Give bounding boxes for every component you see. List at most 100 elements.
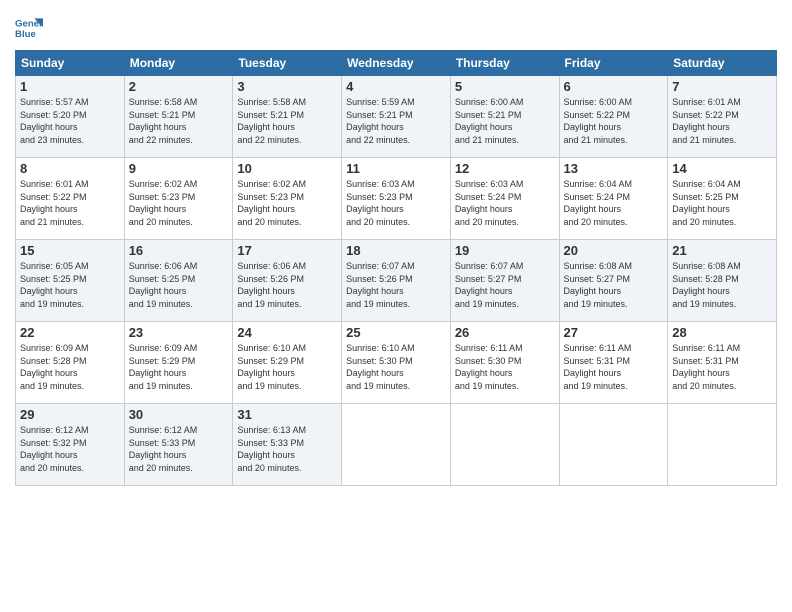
cell-info: Sunrise: 6:58 AM Sunset: 5:21 PM Dayligh… — [129, 96, 229, 146]
day-number: 24 — [237, 325, 337, 340]
day-number: 21 — [672, 243, 772, 258]
day-number: 26 — [455, 325, 555, 340]
cell-info: Sunrise: 6:09 AM Sunset: 5:29 PM Dayligh… — [129, 342, 229, 392]
day-number: 1 — [20, 79, 120, 94]
cell-info: Sunrise: 6:12 AM Sunset: 5:32 PM Dayligh… — [20, 424, 120, 474]
logo-icon: General Blue — [15, 14, 43, 42]
calendar-week-3: 22 Sunrise: 6:09 AM Sunset: 5:28 PM Dayl… — [16, 322, 777, 404]
calendar-cell: 15 Sunrise: 6:05 AM Sunset: 5:25 PM Dayl… — [16, 240, 125, 322]
day-number: 3 — [237, 79, 337, 94]
day-number: 28 — [672, 325, 772, 340]
cell-info: Sunrise: 5:57 AM Sunset: 5:20 PM Dayligh… — [20, 96, 120, 146]
svg-text:Blue: Blue — [15, 29, 36, 40]
calendar-cell: 1 Sunrise: 5:57 AM Sunset: 5:20 PM Dayli… — [16, 76, 125, 158]
calendar-week-2: 15 Sunrise: 6:05 AM Sunset: 5:25 PM Dayl… — [16, 240, 777, 322]
cell-info: Sunrise: 6:09 AM Sunset: 5:28 PM Dayligh… — [20, 342, 120, 392]
day-number: 22 — [20, 325, 120, 340]
calendar-cell: 5 Sunrise: 6:00 AM Sunset: 5:21 PM Dayli… — [450, 76, 559, 158]
cell-info: Sunrise: 6:00 AM Sunset: 5:21 PM Dayligh… — [455, 96, 555, 146]
calendar-cell: 26 Sunrise: 6:11 AM Sunset: 5:30 PM Dayl… — [450, 322, 559, 404]
day-number: 16 — [129, 243, 229, 258]
cell-info: Sunrise: 6:06 AM Sunset: 5:25 PM Dayligh… — [129, 260, 229, 310]
header: General Blue — [15, 10, 777, 42]
calendar-cell: 7 Sunrise: 6:01 AM Sunset: 5:22 PM Dayli… — [668, 76, 777, 158]
calendar-cell: 31 Sunrise: 6:13 AM Sunset: 5:33 PM Dayl… — [233, 404, 342, 486]
calendar-cell: 17 Sunrise: 6:06 AM Sunset: 5:26 PM Dayl… — [233, 240, 342, 322]
day-number: 23 — [129, 325, 229, 340]
cell-info: Sunrise: 6:08 AM Sunset: 5:27 PM Dayligh… — [564, 260, 664, 310]
calendar-cell: 27 Sunrise: 6:11 AM Sunset: 5:31 PM Dayl… — [559, 322, 668, 404]
cell-info: Sunrise: 6:11 AM Sunset: 5:31 PM Dayligh… — [672, 342, 772, 392]
day-number: 15 — [20, 243, 120, 258]
day-number: 5 — [455, 79, 555, 94]
cell-info: Sunrise: 5:59 AM Sunset: 5:21 PM Dayligh… — [346, 96, 446, 146]
cell-info: Sunrise: 6:04 AM Sunset: 5:24 PM Dayligh… — [564, 178, 664, 228]
calendar-cell — [559, 404, 668, 486]
day-number: 29 — [20, 407, 120, 422]
calendar-cell: 4 Sunrise: 5:59 AM Sunset: 5:21 PM Dayli… — [342, 76, 451, 158]
calendar-cell: 21 Sunrise: 6:08 AM Sunset: 5:28 PM Dayl… — [668, 240, 777, 322]
calendar-cell: 23 Sunrise: 6:09 AM Sunset: 5:29 PM Dayl… — [124, 322, 233, 404]
cell-info: Sunrise: 6:10 AM Sunset: 5:29 PM Dayligh… — [237, 342, 337, 392]
calendar-cell: 20 Sunrise: 6:08 AM Sunset: 5:27 PM Dayl… — [559, 240, 668, 322]
calendar-cell: 22 Sunrise: 6:09 AM Sunset: 5:28 PM Dayl… — [16, 322, 125, 404]
calendar-cell: 8 Sunrise: 6:01 AM Sunset: 5:22 PM Dayli… — [16, 158, 125, 240]
calendar-cell: 28 Sunrise: 6:11 AM Sunset: 5:31 PM Dayl… — [668, 322, 777, 404]
cell-info: Sunrise: 6:05 AM Sunset: 5:25 PM Dayligh… — [20, 260, 120, 310]
cell-info: Sunrise: 6:04 AM Sunset: 5:25 PM Dayligh… — [672, 178, 772, 228]
cell-info: Sunrise: 6:02 AM Sunset: 5:23 PM Dayligh… — [237, 178, 337, 228]
cell-info: Sunrise: 6:12 AM Sunset: 5:33 PM Dayligh… — [129, 424, 229, 474]
calendar-cell — [450, 404, 559, 486]
calendar-cell: 19 Sunrise: 6:07 AM Sunset: 5:27 PM Dayl… — [450, 240, 559, 322]
day-number: 2 — [129, 79, 229, 94]
cell-info: Sunrise: 6:01 AM Sunset: 5:22 PM Dayligh… — [672, 96, 772, 146]
cell-info: Sunrise: 6:11 AM Sunset: 5:31 PM Dayligh… — [564, 342, 664, 392]
calendar-cell: 16 Sunrise: 6:06 AM Sunset: 5:25 PM Dayl… — [124, 240, 233, 322]
col-header-tuesday: Tuesday — [233, 51, 342, 76]
calendar-cell: 3 Sunrise: 5:58 AM Sunset: 5:21 PM Dayli… — [233, 76, 342, 158]
day-number: 14 — [672, 161, 772, 176]
calendar-cell: 2 Sunrise: 6:58 AM Sunset: 5:21 PM Dayli… — [124, 76, 233, 158]
day-number: 27 — [564, 325, 664, 340]
day-number: 18 — [346, 243, 446, 258]
calendar-cell: 30 Sunrise: 6:12 AM Sunset: 5:33 PM Dayl… — [124, 404, 233, 486]
cell-info: Sunrise: 6:06 AM Sunset: 5:26 PM Dayligh… — [237, 260, 337, 310]
day-number: 20 — [564, 243, 664, 258]
cell-info: Sunrise: 6:02 AM Sunset: 5:23 PM Dayligh… — [129, 178, 229, 228]
cell-info: Sunrise: 6:00 AM Sunset: 5:22 PM Dayligh… — [564, 96, 664, 146]
day-number: 4 — [346, 79, 446, 94]
col-header-sunday: Sunday — [16, 51, 125, 76]
day-number: 31 — [237, 407, 337, 422]
cell-info: Sunrise: 6:07 AM Sunset: 5:26 PM Dayligh… — [346, 260, 446, 310]
cell-info: Sunrise: 6:11 AM Sunset: 5:30 PM Dayligh… — [455, 342, 555, 392]
day-number: 19 — [455, 243, 555, 258]
col-header-monday: Monday — [124, 51, 233, 76]
col-header-friday: Friday — [559, 51, 668, 76]
calendar-cell: 14 Sunrise: 6:04 AM Sunset: 5:25 PM Dayl… — [668, 158, 777, 240]
day-number: 7 — [672, 79, 772, 94]
calendar-cell: 6 Sunrise: 6:00 AM Sunset: 5:22 PM Dayli… — [559, 76, 668, 158]
day-number: 17 — [237, 243, 337, 258]
calendar-cell: 25 Sunrise: 6:10 AM Sunset: 5:30 PM Dayl… — [342, 322, 451, 404]
day-number: 6 — [564, 79, 664, 94]
calendar-cell — [668, 404, 777, 486]
calendar-table: SundayMondayTuesdayWednesdayThursdayFrid… — [15, 50, 777, 486]
main-container: General Blue SundayMondayTuesdayWednesda… — [0, 0, 792, 496]
logo: General Blue — [15, 14, 43, 42]
calendar-cell: 9 Sunrise: 6:02 AM Sunset: 5:23 PM Dayli… — [124, 158, 233, 240]
calendar-cell: 18 Sunrise: 6:07 AM Sunset: 5:26 PM Dayl… — [342, 240, 451, 322]
calendar-cell: 13 Sunrise: 6:04 AM Sunset: 5:24 PM Dayl… — [559, 158, 668, 240]
calendar-cell: 24 Sunrise: 6:10 AM Sunset: 5:29 PM Dayl… — [233, 322, 342, 404]
calendar-week-1: 8 Sunrise: 6:01 AM Sunset: 5:22 PM Dayli… — [16, 158, 777, 240]
cell-info: Sunrise: 6:03 AM Sunset: 5:24 PM Dayligh… — [455, 178, 555, 228]
calendar-cell — [342, 404, 451, 486]
cell-info: Sunrise: 6:08 AM Sunset: 5:28 PM Dayligh… — [672, 260, 772, 310]
cell-info: Sunrise: 5:58 AM Sunset: 5:21 PM Dayligh… — [237, 96, 337, 146]
cell-info: Sunrise: 6:01 AM Sunset: 5:22 PM Dayligh… — [20, 178, 120, 228]
cell-info: Sunrise: 6:13 AM Sunset: 5:33 PM Dayligh… — [237, 424, 337, 474]
col-header-saturday: Saturday — [668, 51, 777, 76]
day-number: 9 — [129, 161, 229, 176]
cell-info: Sunrise: 6:03 AM Sunset: 5:23 PM Dayligh… — [346, 178, 446, 228]
header-row: SundayMondayTuesdayWednesdayThursdayFrid… — [16, 51, 777, 76]
day-number: 11 — [346, 161, 446, 176]
